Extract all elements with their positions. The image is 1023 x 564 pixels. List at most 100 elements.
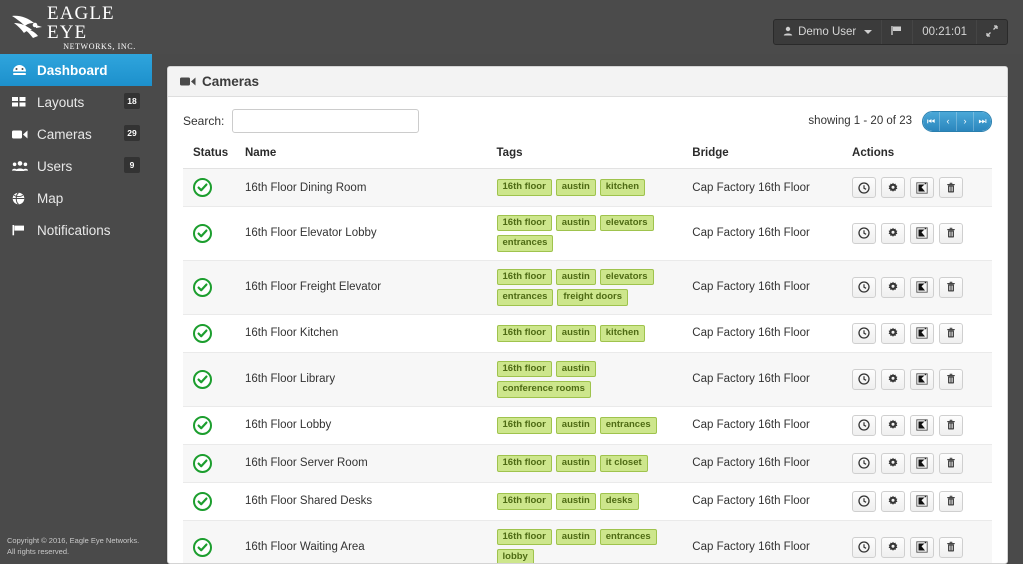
tag-pill[interactable]: entrances (599, 528, 657, 546)
settings-gear-button[interactable] (881, 322, 906, 344)
brand-logo[interactable]: EAGLE EYE NETWORKS, INC. (0, 0, 152, 54)
column-header-status[interactable]: Status (183, 147, 245, 169)
fullscreen-button[interactable] (977, 20, 1007, 44)
camera-preview-button[interactable] (910, 222, 935, 244)
tag-pill[interactable]: lobby (496, 549, 534, 563)
tag-pill[interactable]: 16th floor (496, 268, 552, 286)
sidebar-item-dashboard[interactable]: Dashboard (0, 54, 161, 86)
camera-preview-button[interactable] (910, 490, 935, 512)
tag-pill[interactable]: 16th floor (496, 325, 552, 342)
table-row[interactable]: 16th Floor Kitchen 16th floor austin kitche… (183, 314, 992, 353)
cell-camera-name[interactable]: 16th Floor Dining Room (244, 168, 497, 207)
trash-delete-button[interactable] (939, 490, 964, 512)
tag-pill[interactable]: entrances (599, 417, 657, 434)
notifications-flag-button[interactable] (882, 20, 914, 44)
tag-pill[interactable]: austin (555, 493, 596, 510)
column-header-bridge[interactable]: Bridge (692, 147, 853, 169)
table-row[interactable]: 16th Floor Freight Elevator 16th floor aus… (183, 260, 992, 315)
history-clock-button[interactable] (852, 490, 877, 512)
tag-pill[interactable]: entrances (496, 289, 554, 306)
column-header-tags[interactable]: Tags (496, 147, 693, 169)
history-clock-button[interactable] (852, 222, 877, 244)
tag-pill[interactable]: austin (555, 268, 596, 286)
last-page-button[interactable]: ⏭ (974, 111, 991, 131)
trash-delete-button[interactable] (939, 536, 964, 558)
settings-gear-button[interactable] (881, 452, 906, 474)
trash-delete-button[interactable] (939, 276, 964, 298)
history-clock-button[interactable] (852, 276, 877, 298)
camera-preview-button[interactable] (910, 414, 935, 436)
tag-pill[interactable]: kitchen (599, 325, 646, 342)
sidebar-item-layouts[interactable]: Layouts 18 (0, 86, 152, 118)
tag-pill[interactable]: conference rooms (496, 381, 591, 398)
search-input[interactable] (232, 109, 420, 133)
table-row[interactable]: 16th Floor Library 16th floor austin confer… (183, 352, 992, 407)
settings-gear-button[interactable] (881, 222, 906, 244)
tag-pill[interactable]: it closet (599, 455, 648, 472)
trash-delete-button[interactable] (939, 177, 964, 198)
next-page-button[interactable]: › (957, 111, 974, 131)
prev-page-button[interactable]: ‹ (940, 111, 957, 131)
history-clock-button[interactable] (852, 368, 877, 390)
tag-pill[interactable]: austin (555, 528, 596, 546)
tag-pill[interactable]: 16th floor (496, 455, 552, 472)
table-row[interactable]: 16th Floor Server Room 16th floor austin it… (183, 444, 992, 483)
cell-camera-name[interactable]: 16th Floor Lobby (244, 406, 497, 445)
history-clock-button[interactable] (852, 322, 877, 344)
tag-pill[interactable]: austin (555, 455, 596, 472)
tag-pill[interactable]: 16th floor (496, 528, 552, 546)
trash-delete-button[interactable] (939, 368, 964, 390)
settings-gear-button[interactable] (881, 276, 906, 298)
history-clock-button[interactable] (852, 536, 877, 558)
tag-pill[interactable]: entrances (496, 235, 554, 252)
tag-pill[interactable]: 16th floor (496, 493, 552, 510)
settings-gear-button[interactable] (881, 414, 906, 436)
trash-delete-button[interactable] (939, 222, 964, 244)
tag-pill[interactable]: desks (599, 493, 639, 510)
camera-preview-button[interactable] (910, 536, 935, 558)
tag-pill[interactable]: 16th floor (496, 417, 552, 434)
cell-camera-name[interactable]: 16th Floor Freight Elevator (244, 260, 497, 315)
tag-pill[interactable]: 16th floor (496, 179, 552, 196)
cell-camera-name[interactable]: 16th Floor Library (244, 352, 497, 407)
cell-camera-name[interactable]: 16th Floor Elevator Lobby (244, 206, 497, 261)
table-row[interactable]: 16th Floor Dining Room 16th floor austin ki… (183, 168, 992, 207)
settings-gear-button[interactable] (881, 536, 906, 558)
settings-gear-button[interactable] (881, 490, 906, 512)
session-timer[interactable]: 00:21:01 (913, 20, 977, 44)
tag-pill[interactable]: 16th floor (496, 360, 552, 378)
cell-camera-name[interactable]: 16th Floor Kitchen (244, 314, 497, 353)
tag-pill[interactable]: kitchen (599, 179, 646, 196)
tag-pill[interactable]: austin (555, 325, 596, 342)
settings-gear-button[interactable] (881, 368, 906, 390)
trash-delete-button[interactable] (939, 452, 964, 474)
cell-camera-name[interactable]: 16th Floor Waiting Area (244, 520, 497, 563)
column-header-name[interactable]: Name (244, 147, 497, 169)
camera-preview-button[interactable] (910, 177, 935, 198)
history-clock-button[interactable] (852, 177, 877, 198)
trash-delete-button[interactable] (939, 322, 964, 344)
tag-pill[interactable]: austin (555, 417, 596, 434)
cell-camera-name[interactable]: 16th Floor Shared Desks (244, 482, 497, 521)
settings-gear-button[interactable] (881, 177, 906, 198)
tag-pill[interactable]: elevators (599, 215, 654, 232)
table-row[interactable]: 16th Floor Lobby 16th floor austin entrance… (183, 406, 992, 445)
history-clock-button[interactable] (852, 452, 877, 474)
camera-preview-button[interactable] (910, 452, 935, 474)
tag-pill[interactable]: austin (555, 215, 596, 232)
camera-preview-button[interactable] (910, 322, 935, 344)
trash-delete-button[interactable] (939, 414, 964, 436)
tag-pill[interactable]: austin (555, 179, 596, 196)
sidebar-item-cameras[interactable]: Cameras 29 (0, 118, 152, 150)
table-row[interactable]: 16th Floor Elevator Lobby 16th floor austi… (183, 206, 992, 261)
user-menu-button[interactable]: Demo User (774, 20, 883, 44)
sidebar-item-users[interactable]: Users 9 (0, 150, 152, 182)
cell-camera-name[interactable]: 16th Floor Server Room (244, 444, 497, 483)
tag-pill[interactable]: elevators (599, 268, 654, 286)
table-row[interactable]: 16th Floor Shared Desks 16th floor austin d… (183, 482, 992, 521)
tag-pill[interactable]: 16th floor (496, 215, 552, 232)
table-row[interactable]: 16th Floor Waiting Area 16th floor austin e… (183, 520, 992, 563)
tag-pill[interactable]: freight doors (557, 289, 628, 306)
camera-preview-button[interactable] (910, 368, 935, 390)
tag-pill[interactable]: austin (555, 360, 596, 378)
